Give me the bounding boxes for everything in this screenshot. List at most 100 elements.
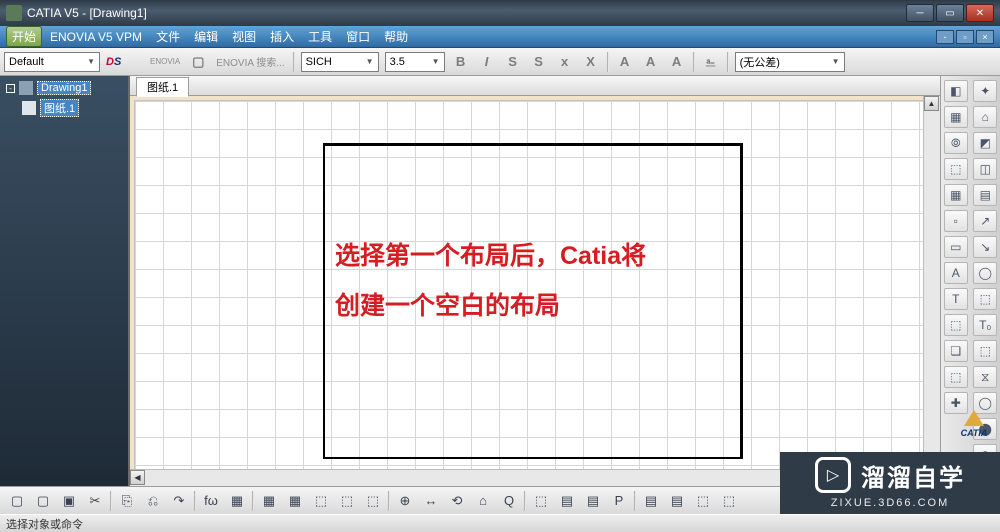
bottom-tool-23[interactable]: ▤ <box>640 490 662 512</box>
rtb2-tool-7[interactable]: ◯ <box>973 262 997 284</box>
brand-name: 溜溜自学 <box>861 458 965 493</box>
bottom-tool-22[interactable]: P <box>608 490 630 512</box>
rtb2-tool-1[interactable]: ⌂ <box>973 106 997 128</box>
bottom-tool-4[interactable]: ⎘ <box>116 490 138 512</box>
menu-edit[interactable]: 编辑 <box>188 26 224 47</box>
menu-bar: 开始 ENOVIA V5 VPM 文件 编辑 视图 插入 工具 窗口 帮助 - … <box>0 26 1000 48</box>
rtb1-tool-9[interactable]: ⬚ <box>944 314 968 336</box>
rtb2-tool-6[interactable]: ↘ <box>973 236 997 258</box>
close-button[interactable]: ✕ <box>966 4 994 22</box>
text-style-a3[interactable]: A <box>667 52 687 72</box>
rtb2-tool-9[interactable]: T₀ <box>973 314 997 336</box>
bottom-tool-2[interactable]: ▣ <box>58 490 80 512</box>
rtb1-tool-10[interactable]: ❏ <box>944 340 968 362</box>
rtb1-tool-5[interactable]: ▫ <box>944 210 968 232</box>
rtb1-tool-11[interactable]: ⬚ <box>944 366 968 388</box>
menu-view[interactable]: 视图 <box>226 26 262 47</box>
bottom-tool-18[interactable]: Q <box>498 490 520 512</box>
bottom-tool-0[interactable]: ▢ <box>6 490 28 512</box>
bottom-tool-21[interactable]: ▤ <box>582 490 604 512</box>
maximize-button[interactable]: ▭ <box>936 4 964 22</box>
play-icon: ▷ <box>815 457 851 493</box>
italic-button[interactable]: I <box>477 52 497 72</box>
mdi-restore-button[interactable]: ▫ <box>956 30 974 44</box>
size-selector-value: 3.5 <box>390 56 405 68</box>
tree-root-label: Drawing1 <box>37 81 91 95</box>
bottom-tool-16[interactable]: ⟲ <box>446 490 468 512</box>
bottom-tool-10[interactable]: ▦ <box>284 490 306 512</box>
tree-root[interactable]: - Drawing1 <box>4 80 124 96</box>
subscript-button[interactable]: x <box>555 52 575 72</box>
menu-file[interactable]: 文件 <box>150 26 186 47</box>
menu-start[interactable]: 开始 <box>6 26 42 47</box>
vertical-scrollbar[interactable]: ▲ ▼ <box>923 96 940 468</box>
mdi-minimize-button[interactable]: - <box>936 30 954 44</box>
bottom-tool-11[interactable]: ⬚ <box>310 490 332 512</box>
insert-symbol-button[interactable]: ⎁ <box>701 52 721 72</box>
bottom-tool-25[interactable]: ⬚ <box>692 490 714 512</box>
strike-button[interactable]: S <box>503 52 523 72</box>
rtb1-tool-8[interactable]: T <box>944 288 968 310</box>
bottom-tool-5[interactable]: ⎌ <box>142 490 164 512</box>
rtb1-tool-7[interactable]: A <box>944 262 968 284</box>
text-style-a1[interactable]: A <box>615 52 635 72</box>
bold-button[interactable]: B <box>451 52 471 72</box>
style-selector[interactable]: Default ▼ <box>4 52 100 72</box>
rtb1-tool-6[interactable]: ▭ <box>944 236 968 258</box>
rtb2-tool-2[interactable]: ◩ <box>973 132 997 154</box>
size-selector[interactable]: 3.5 ▼ <box>385 52 445 72</box>
tolerance-value: (无公差) <box>740 54 780 70</box>
rtb2-tool-10[interactable]: ⬚ <box>973 340 997 362</box>
text-style-a2[interactable]: A <box>641 52 661 72</box>
drawing-canvas[interactable]: 选择第一个布局后，Catia将 创建一个空白的布局 <box>134 100 936 486</box>
rtb2-tool-0[interactable]: ✦ <box>973 80 997 102</box>
bottom-tool-9[interactable]: ▦ <box>258 490 280 512</box>
rtb1-tool-1[interactable]: ▦ <box>944 106 968 128</box>
bottom-tool-20[interactable]: ▤ <box>556 490 578 512</box>
bottom-tool-19[interactable]: ⬚ <box>530 490 552 512</box>
tree-sheet[interactable]: 图纸.1 <box>20 98 124 118</box>
menu-enovia[interactable]: ENOVIA V5 VPM <box>44 28 148 46</box>
bottom-tool-13[interactable]: ⬚ <box>362 490 384 512</box>
bottom-tool-12[interactable]: ⬚ <box>336 490 358 512</box>
bottom-tool-1[interactable]: ▢ <box>32 490 54 512</box>
annotation-line1: 选择第一个布局后，Catia将 <box>335 231 745 281</box>
font-selector[interactable]: SICH ▼ <box>301 52 379 72</box>
menu-insert[interactable]: 插入 <box>264 26 300 47</box>
rtb1-tool-2[interactable]: ⦾ <box>944 132 968 154</box>
collapse-icon[interactable]: - <box>6 84 15 93</box>
rtb2-tool-5[interactable]: ↗ <box>973 210 997 232</box>
rtb2-tool-4[interactable]: ▤ <box>973 184 997 206</box>
rtb1-tool-3[interactable]: ⬚ <box>944 158 968 180</box>
rtb2-tool-11[interactable]: ⧖ <box>973 366 997 388</box>
enovia-search-icon[interactable]: ▢ <box>188 52 208 72</box>
superscript-button[interactable]: X <box>581 52 601 72</box>
menu-window[interactable]: 窗口 <box>340 26 376 47</box>
catia-logo-text: CATIA <box>961 428 988 438</box>
bottom-tool-6[interactable]: ↷ <box>168 490 190 512</box>
bottom-tool-8[interactable]: ▦ <box>226 490 248 512</box>
rtb2-tool-3[interactable]: ◫ <box>973 158 997 180</box>
bottom-tool-17[interactable]: ⌂ <box>472 490 494 512</box>
tolerance-selector[interactable]: (无公差) ▼ <box>735 52 845 72</box>
minimize-button[interactable]: ─ <box>906 4 934 22</box>
chevron-down-icon: ▼ <box>366 57 374 66</box>
mdi-close-button[interactable]: × <box>976 30 994 44</box>
rtb1-tool-0[interactable]: ◧ <box>944 80 968 102</box>
overline-button[interactable]: S <box>529 52 549 72</box>
rtb1-tool-4[interactable]: ▦ <box>944 184 968 206</box>
bottom-tool-26[interactable]: ⬚ <box>718 490 740 512</box>
sheet-tab-active[interactable]: 图纸.1 <box>136 77 189 97</box>
drawing-panel: 图纸.1 选择第一个布局后，Catia将 创建一个空白的布局 ▲ ▼ ◀ ▶ <box>130 76 940 486</box>
menu-tools[interactable]: 工具 <box>302 26 338 47</box>
bottom-tool-7[interactable]: fω <box>200 490 222 512</box>
bottom-tool-3[interactable]: ✂ <box>84 490 106 512</box>
bottom-tool-14[interactable]: ⊕ <box>394 490 416 512</box>
rtb2-tool-8[interactable]: ⬚ <box>973 288 997 310</box>
menu-help[interactable]: 帮助 <box>378 26 414 47</box>
bottom-tool-24[interactable]: ▤ <box>666 490 688 512</box>
scroll-up-button[interactable]: ▲ <box>924 96 939 111</box>
scroll-left-button[interactable]: ◀ <box>130 470 145 485</box>
spec-tree[interactable]: - Drawing1 图纸.1 <box>0 76 130 486</box>
bottom-tool-15[interactable]: ↔ <box>420 490 442 512</box>
